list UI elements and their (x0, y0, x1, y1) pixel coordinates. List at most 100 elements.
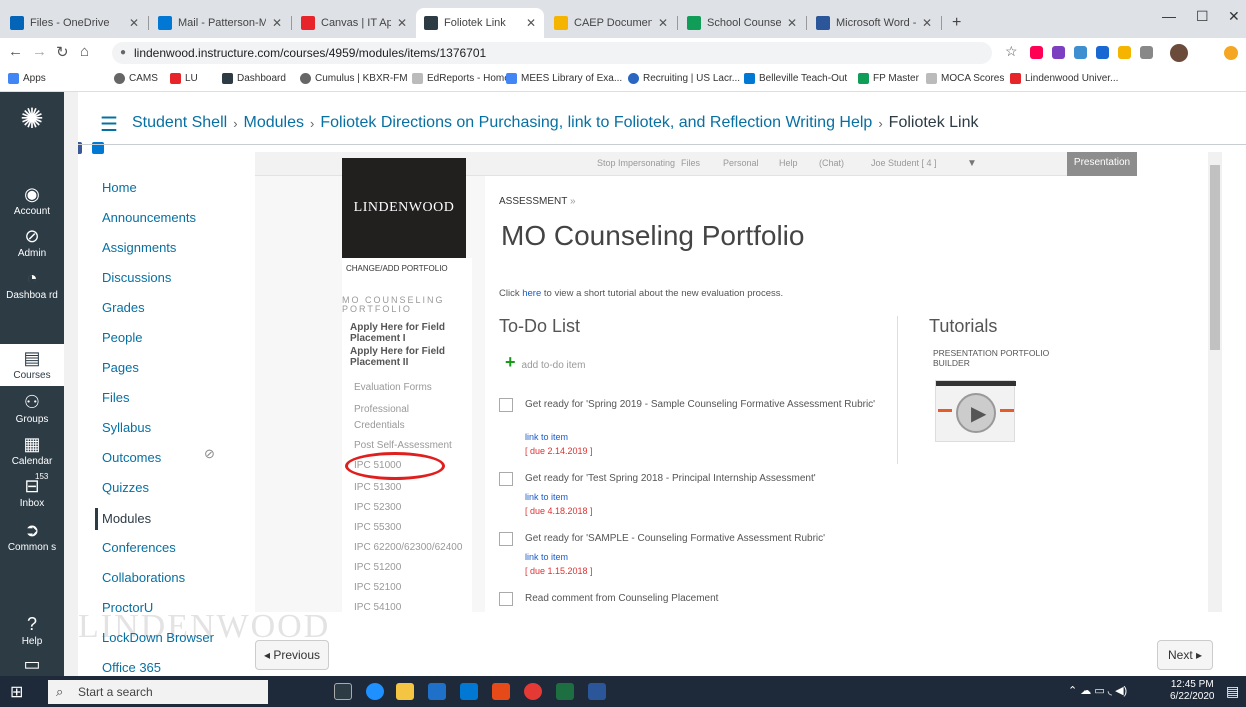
portfolio-item[interactable]: Credentials (354, 420, 405, 431)
browser-tab[interactable]: CAEP Documents✕ (546, 8, 676, 38)
maximize-icon[interactable]: ☐ (1196, 8, 1209, 25)
portfolio-item[interactable]: Apply Here for Field Placement II (350, 346, 468, 368)
new-tab-button[interactable]: + (944, 8, 968, 38)
nav-groups[interactable]: ⚇ Groups (0, 392, 64, 425)
todo-checkbox[interactable] (499, 472, 513, 486)
portfolio-item[interactable]: IPC 52300 (354, 502, 401, 513)
browser-tab-active[interactable]: Foliotek Link ✕ (416, 8, 544, 38)
portfolio-item[interactable]: IPC 54100 (354, 602, 401, 613)
course-nav-office365[interactable]: Office 365 (102, 660, 161, 675)
home-icon[interactable]: ⌂ (80, 43, 89, 60)
nav-admin[interactable]: ⊘ Admin (0, 226, 64, 259)
extension-icon[interactable] (1140, 46, 1153, 59)
play-icon[interactable]: ▶ (956, 393, 996, 433)
scrollbar-thumb[interactable] (1210, 165, 1220, 350)
course-nav-outcomes[interactable]: Outcomes (102, 450, 161, 465)
todo-link[interactable]: link to item (525, 552, 568, 562)
breadcrumb-modules[interactable]: Modules (244, 114, 304, 132)
help-link[interactable]: Help (779, 158, 798, 168)
back-icon[interactable]: ← (8, 43, 23, 60)
portfolio-item[interactable]: IPC 51200 (354, 562, 401, 573)
nav-courses[interactable]: ▤ Courses (0, 344, 64, 386)
hamburger-menu-icon[interactable]: ☰ (100, 112, 118, 137)
dropdown-caret-icon[interactable]: ▼ (967, 158, 977, 169)
store-icon[interactable] (428, 683, 446, 700)
todo-link[interactable]: link to item (525, 432, 568, 442)
course-nav-people[interactable]: People (102, 330, 142, 345)
minimize-icon[interactable]: — (1162, 8, 1176, 24)
close-tab-icon[interactable]: ✕ (922, 16, 932, 30)
course-nav-grades[interactable]: Grades (102, 300, 145, 315)
extension-icon[interactable] (1052, 46, 1065, 59)
edge-icon[interactable] (366, 683, 384, 700)
extension-icon[interactable] (1074, 46, 1087, 59)
change-portfolio-link[interactable]: CHANGE/ADD PORTFOLIO (346, 264, 448, 273)
close-tab-icon[interactable]: ✕ (397, 16, 407, 30)
nav-account[interactable]: ◉ Account (0, 184, 64, 217)
course-nav-files[interactable]: Files (102, 390, 129, 405)
notifications-icon[interactable]: ▤ (1226, 683, 1239, 700)
canvas-logo-icon[interactable]: ✺ (0, 102, 64, 138)
portfolio-item[interactable]: Evaluation Forms (354, 382, 432, 393)
breadcrumb-course[interactable]: Student Shell (132, 114, 227, 132)
course-nav-modules[interactable]: Modules (95, 508, 151, 530)
bookmark[interactable]: CAMS (114, 73, 158, 84)
bookmark[interactable]: LU (170, 73, 198, 84)
close-tab-icon[interactable]: ✕ (526, 16, 536, 30)
star-icon[interactable]: ☆ (1005, 43, 1018, 60)
windows-start-icon[interactable]: ⊞ (0, 676, 36, 707)
course-nav-quizzes[interactable]: Quizzes (102, 480, 149, 495)
portfolio-item[interactable]: Post Self-Assessment (354, 440, 452, 451)
bookmark[interactable]: Dashboard (222, 73, 286, 84)
breadcrumb-module[interactable]: Foliotek Directions on Purchasing, link … (320, 114, 872, 132)
presentation-button[interactable]: Presentation (1067, 152, 1137, 176)
tutorial-item-title[interactable]: PRESENTATION PORTFOLIO BUILDER (933, 348, 1063, 368)
bookmark[interactable]: Cumulus | KBXR-FM (300, 73, 408, 84)
excel-icon[interactable] (556, 683, 574, 700)
outlook-icon[interactable] (460, 683, 478, 700)
tray-icons[interactable]: ⌃ ☁ ▭ ◟ ◀) (1068, 684, 1127, 697)
tutorial-here-link[interactable]: here (522, 288, 541, 299)
profile-avatar[interactable] (1170, 44, 1188, 62)
course-nav-pages[interactable]: Pages (102, 360, 139, 375)
file-explorer-icon[interactable] (396, 683, 414, 700)
nav-inbox[interactable]: ⊟ 153 Inbox (0, 472, 64, 509)
personal-link[interactable]: Personal (723, 158, 759, 168)
bookmark[interactable]: MOCA Scores (926, 73, 1004, 84)
next-button[interactable]: Next ▸ (1157, 640, 1213, 670)
bookmark[interactable]: Recruiting | US Lacr... (628, 73, 740, 84)
bookmark[interactable]: Belleville Teach-Out (744, 73, 847, 84)
extension-icon[interactable] (1118, 46, 1131, 59)
close-tab-icon[interactable]: ✕ (658, 16, 668, 30)
extension-icon[interactable] (1030, 46, 1043, 59)
course-nav-conferences[interactable]: Conferences (102, 540, 176, 555)
course-nav-discussions[interactable]: Discussions (102, 270, 171, 285)
address-bar[interactable]: ● lindenwood.instructure.com/courses/4959… (112, 42, 992, 64)
task-view-icon[interactable] (334, 683, 352, 700)
todo-checkbox[interactable] (499, 532, 513, 546)
office-icon[interactable] (492, 683, 510, 700)
browser-tab[interactable]: Mail - Patterson-M ✕ (150, 8, 290, 38)
todo-checkbox[interactable] (499, 398, 513, 412)
close-tab-icon[interactable]: ✕ (787, 16, 797, 30)
browser-tab[interactable]: School Counseling✕ (679, 8, 805, 38)
portfolio-item[interactable]: IPC 62200/62300/62400 (354, 542, 462, 553)
user-menu[interactable]: Joe Student [ 4 ] (871, 158, 937, 168)
portfolio-item[interactable]: Professional (354, 404, 409, 415)
course-nav-announcements[interactable]: Announcements (102, 210, 196, 225)
close-window-icon[interactable]: ✕ (1228, 8, 1240, 25)
portfolio-item[interactable]: IPC 52100 (354, 582, 401, 593)
bookmark[interactable]: Lindenwood Univer... (1010, 73, 1118, 84)
bookmark[interactable]: EdReports - Home (412, 73, 510, 84)
previous-button[interactable]: ◂ Previous (255, 640, 329, 670)
todo-checkbox[interactable] (499, 592, 513, 606)
browser-tab[interactable]: Files - OneDrive ✕ (2, 8, 147, 38)
taskbar-clock[interactable]: 12:45 PM 6/22/2020 (1170, 679, 1215, 703)
portfolio-item[interactable]: IPC 55300 (354, 522, 401, 533)
taskbar-search[interactable]: ⌕ Start a search (48, 680, 268, 704)
browser-tab[interactable]: Canvas | IT Applic✕ (293, 8, 415, 38)
nav-dashboard[interactable]: ◔ Dashboa rd (0, 268, 64, 302)
extension-icon[interactable] (1096, 46, 1109, 59)
add-todo-button[interactable]: + add to-do item (505, 352, 585, 373)
course-nav-lockdown-browser[interactable]: LockDown Browser (102, 630, 214, 645)
